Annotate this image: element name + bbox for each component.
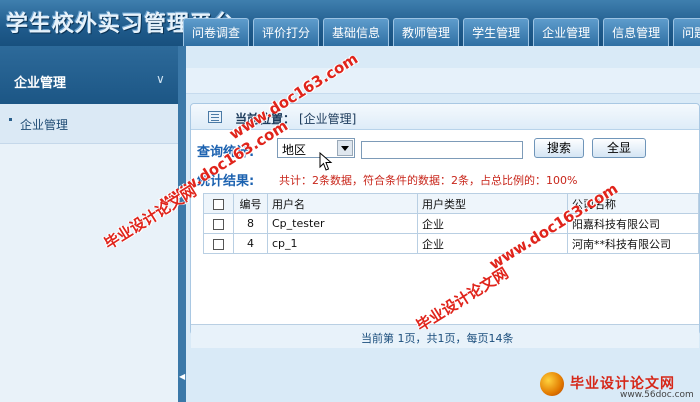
pagination-text: 当前第 1页，共1页，每页14条 (361, 332, 514, 345)
mouse-pointer-icon (319, 152, 333, 171)
show-all-button[interactable]: 全显 (592, 138, 646, 158)
search-button[interactable]: 搜索 (534, 138, 584, 158)
tab-evaluation[interactable]: 评价打分 (253, 18, 320, 46)
tab-basic-info[interactable]: 基础信息 (323, 18, 390, 46)
column-header-id[interactable]: 编号 (233, 193, 268, 214)
main-content: 当前位置： [企业管理] 查询统计: 地区 搜索 全显 统计结果: 共计：2条数… (186, 46, 700, 402)
query-input[interactable] (361, 141, 523, 159)
chevron-down-icon[interactable]: ∨ (156, 72, 165, 86)
query-field-value: 地区 (282, 143, 307, 157)
main-nav-tabs: 问卷调查 评价打分 基础信息 教师管理 学生管理 企业管理 信息管理 问题答 (183, 18, 700, 46)
row-select-cell (203, 233, 234, 254)
sidebar-splitter[interactable]: ◀ (178, 46, 186, 402)
query-field-select[interactable]: 地区 (277, 138, 355, 158)
row-checkbox[interactable] (213, 238, 224, 250)
cell-id: 4 (233, 233, 268, 254)
collapse-arrow-icon[interactable]: ◀ (179, 372, 185, 381)
result-summary: 共计：2条数据，符合条件的数据：2条，占总比例的：100% (279, 174, 578, 187)
row-checkbox[interactable] (213, 218, 224, 230)
tab-survey[interactable]: 问卷调查 (183, 18, 250, 46)
bullet-icon (9, 118, 12, 121)
brand-url: www.56doc.com (620, 390, 694, 400)
cell-id: 8 (233, 213, 268, 234)
caret-down-icon[interactable] (337, 140, 353, 156)
tab-teacher-management[interactable]: 教师管理 (393, 18, 460, 46)
sidebar-header[interactable]: 企业管理 ∨ (0, 46, 178, 104)
tab-questions[interactable]: 问题答 (673, 18, 700, 46)
brand-logo-icon (540, 372, 564, 396)
enterprise-table: 编号 用户名 用户类型 公司名称 8 Cp_tester 企业 阳嘉科技有限公司… (203, 193, 699, 254)
column-header-username[interactable]: 用户名 (267, 193, 418, 214)
breadcrumb-current: [企业管理] (299, 112, 357, 126)
content-header-strip (186, 68, 700, 94)
tab-student-management[interactable]: 学生管理 (463, 18, 530, 46)
select-all-cell (203, 193, 234, 214)
cell-company: 河南**科技有限公司 (567, 233, 699, 254)
table-row[interactable]: 4 cp_1 企业 河南**科技有限公司 (203, 233, 699, 254)
column-header-user-type[interactable]: 用户类型 (417, 193, 568, 214)
select-all-checkbox[interactable] (213, 198, 224, 210)
pagination-bar: 当前第 1页，共1页，每页14条 (191, 324, 699, 348)
cell-username: Cp_tester (267, 213, 418, 234)
tab-info-management[interactable]: 信息管理 (603, 18, 670, 46)
brand-watermark: 毕业设计论文网 www.56doc.com (534, 370, 700, 402)
sidebar-title: 企业管理 (14, 76, 67, 91)
cell-company: 阳嘉科技有限公司 (567, 213, 699, 234)
table-row[interactable]: 8 Cp_tester 企业 阳嘉科技有限公司 (203, 213, 699, 234)
sidebar-item-label: 企业管理 (20, 118, 69, 132)
sidebar-item-enterprise-management[interactable]: 企业管理 (0, 104, 178, 144)
list-icon (208, 111, 222, 123)
row-select-cell (203, 213, 234, 234)
top-bar: 学生校外实习管理平台 问卷调查 评价打分 基础信息 教师管理 学生管理 企业管理… (0, 0, 700, 46)
table-header-row: 编号 用户名 用户类型 公司名称 (203, 193, 699, 214)
cell-username: cp_1 (267, 233, 418, 254)
tab-enterprise-management[interactable]: 企业管理 (533, 18, 600, 46)
